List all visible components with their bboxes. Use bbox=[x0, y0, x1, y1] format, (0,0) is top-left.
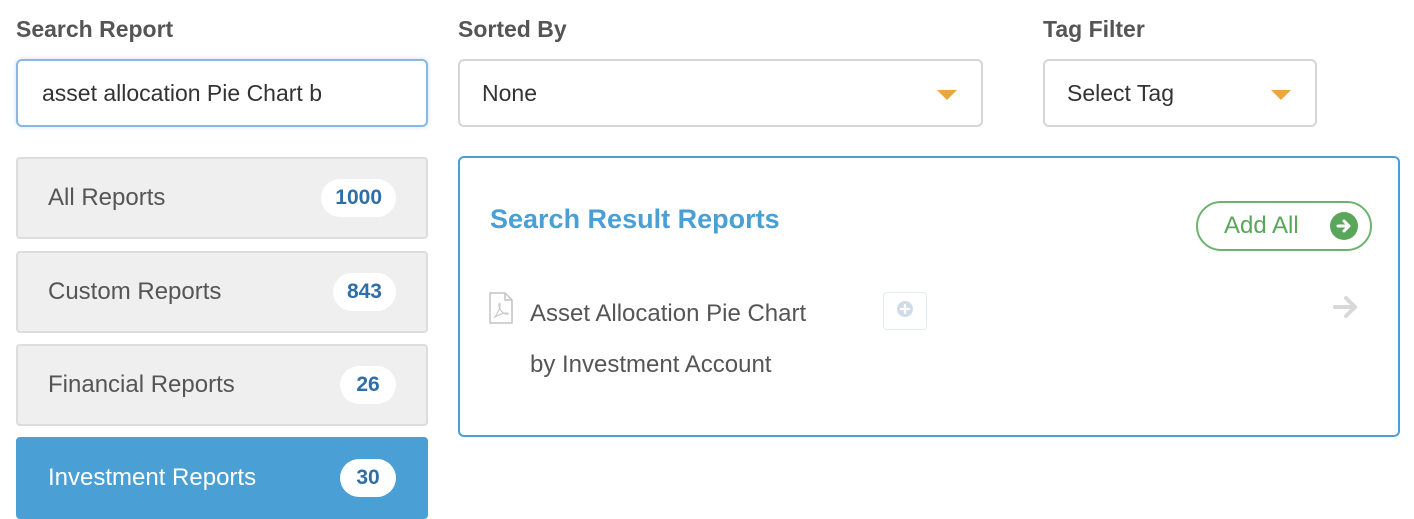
plus-circle-icon bbox=[896, 300, 914, 323]
category-count-badge: 30 bbox=[340, 459, 396, 497]
pdf-file-icon bbox=[488, 292, 514, 329]
caret-down-icon bbox=[1271, 90, 1291, 100]
category-count-badge: 1000 bbox=[321, 179, 396, 217]
add-report-button[interactable] bbox=[883, 292, 927, 330]
tag-filter-label: Tag Filter bbox=[1043, 16, 1145, 42]
sort-select-value: None bbox=[482, 79, 537, 106]
category-label: All Reports bbox=[48, 184, 166, 211]
category-count-badge: 843 bbox=[332, 273, 396, 311]
category-item-financial-reports[interactable]: Financial Reports 26 bbox=[16, 344, 428, 426]
result-title-line2: by Investment Account bbox=[530, 351, 772, 378]
search-results-panel: Search Result Reports Add All Asset Allo… bbox=[458, 156, 1400, 437]
search-input-wrapper bbox=[16, 59, 428, 127]
category-label: Investment Reports bbox=[48, 464, 257, 491]
sorted-by-label: Sorted By bbox=[458, 16, 567, 42]
add-all-button[interactable]: Add All bbox=[1196, 201, 1372, 251]
category-item-custom-reports[interactable]: Custom Reports 843 bbox=[16, 251, 428, 333]
search-input[interactable] bbox=[42, 79, 402, 107]
caret-down-icon bbox=[937, 90, 957, 100]
result-title-line1: Asset Allocation Pie Chart bbox=[530, 300, 807, 327]
add-all-label: Add All bbox=[1224, 212, 1299, 239]
category-count-badge: 26 bbox=[340, 366, 396, 404]
sort-select[interactable]: None bbox=[458, 59, 983, 127]
arrow-circle-right-icon bbox=[1330, 212, 1358, 240]
arrow-right-icon[interactable] bbox=[1331, 292, 1361, 327]
category-item-investment-reports[interactable]: Investment Reports 30 bbox=[16, 437, 428, 519]
tag-filter-select-value: Select Tag bbox=[1067, 79, 1174, 106]
category-label: Custom Reports bbox=[48, 278, 222, 305]
result-item: Asset Allocation Pie Chart by Investment… bbox=[488, 288, 1368, 378]
result-title[interactable]: Asset Allocation Pie Chart by Investment… bbox=[530, 288, 806, 390]
search-report-label: Search Report bbox=[16, 16, 174, 42]
tag-filter-select[interactable]: Select Tag bbox=[1043, 59, 1317, 127]
category-label: Financial Reports bbox=[48, 371, 235, 398]
category-item-all-reports[interactable]: All Reports 1000 bbox=[16, 157, 428, 239]
results-title: Search Result Reports bbox=[490, 204, 780, 234]
